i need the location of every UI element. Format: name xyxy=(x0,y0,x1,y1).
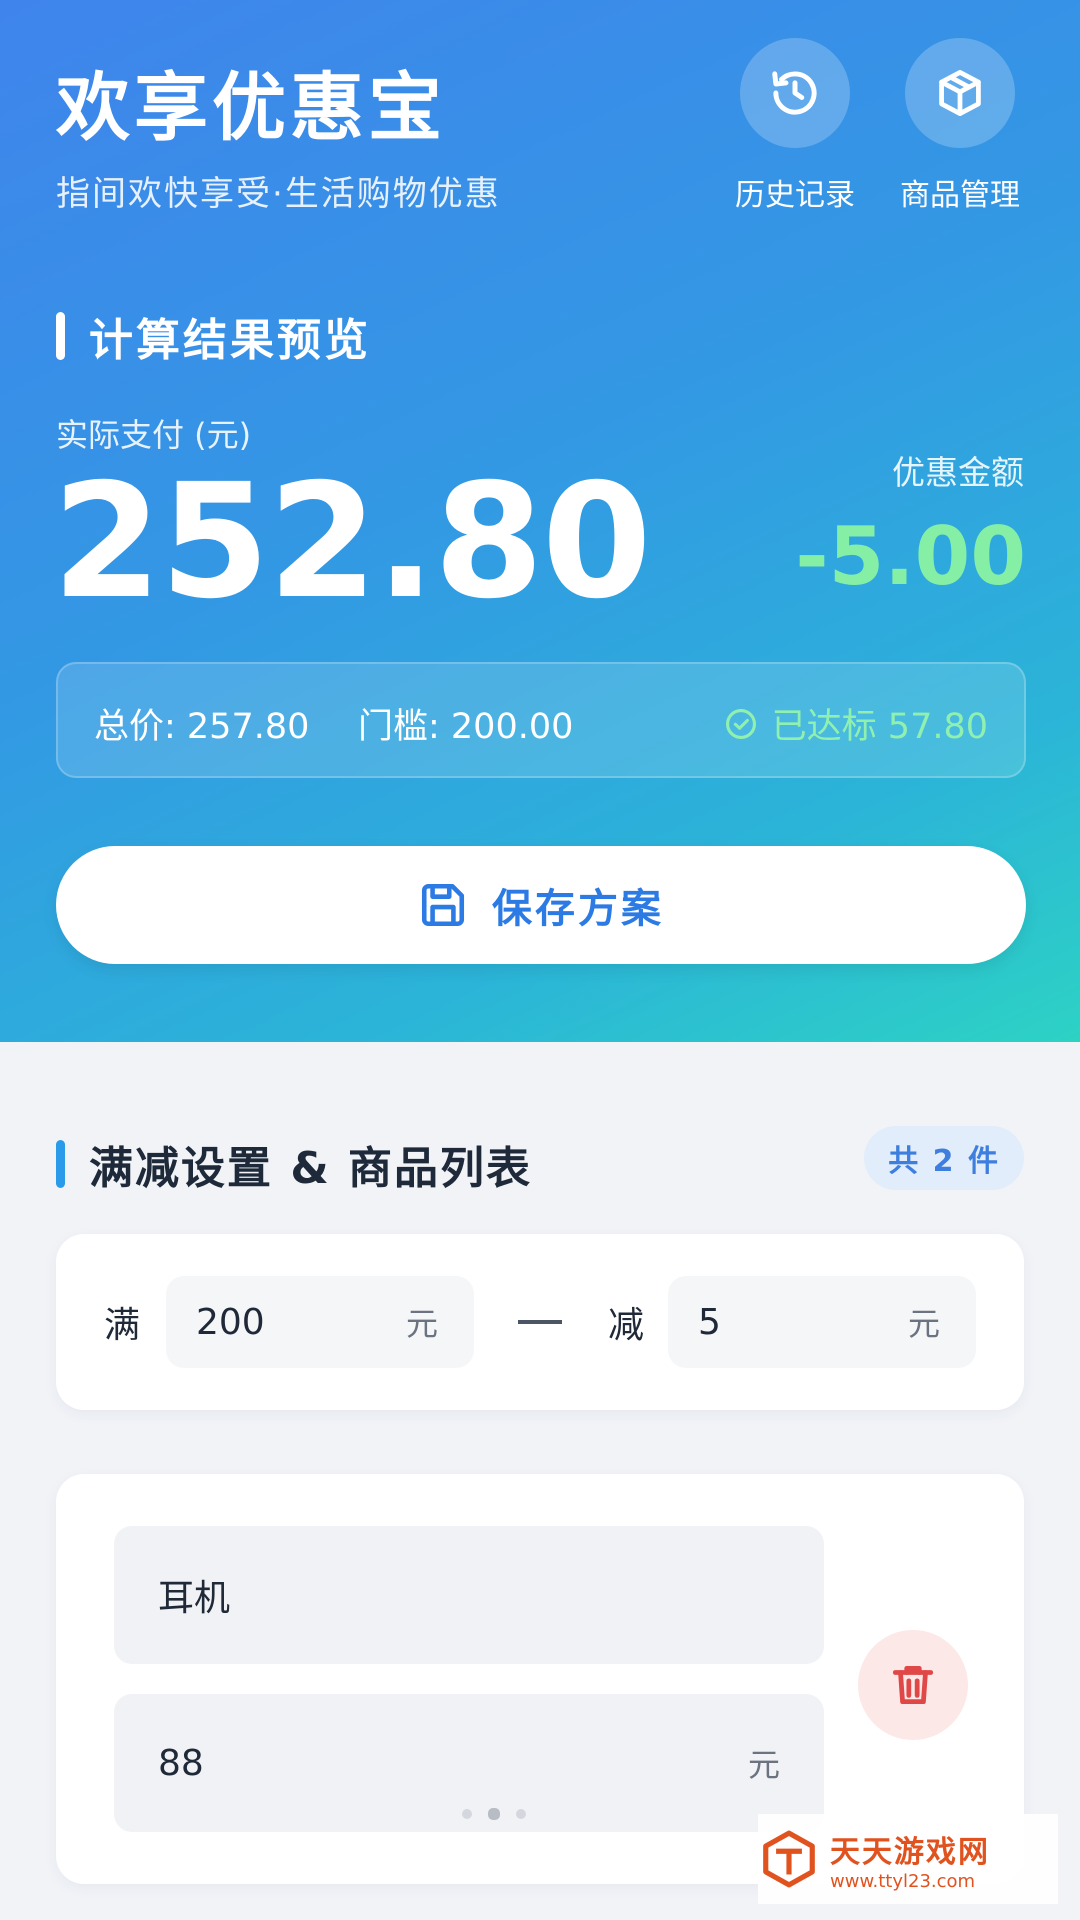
discount-label: 优惠金额 xyxy=(892,453,1024,492)
list-section-title: 满减设置 & 商品列表 xyxy=(89,1143,533,1194)
threshold-unit: 元 xyxy=(405,1305,438,1343)
box-icon xyxy=(905,38,1015,148)
threshold-input-value: 200 xyxy=(196,1301,265,1343)
preview-section-title: 计算结果预览 xyxy=(89,315,371,366)
discount-rule-card: 满 200 元 减 5 元 xyxy=(56,1234,1024,1410)
discount-input[interactable]: 5 元 xyxy=(668,1276,976,1368)
product-price-unit: 元 xyxy=(747,1746,780,1784)
section-accent-bar xyxy=(56,312,65,360)
watermark-name: 天天游戏网 xyxy=(830,1834,990,1870)
page-dot xyxy=(516,1809,526,1819)
history-label: 历史记录 xyxy=(735,178,855,213)
discount-amount: -5.00 xyxy=(795,510,1026,603)
delete-item-button[interactable] xyxy=(858,1630,968,1740)
price-summary-box: 总价: 257.80 门槛: 200.00 已达标 57.80 xyxy=(56,662,1026,778)
app-title: 欢享优惠宝 xyxy=(56,65,446,151)
rule-dash xyxy=(518,1320,562,1324)
page-indicator xyxy=(454,1808,534,1820)
page-dot-active xyxy=(488,1808,500,1820)
watermark-logo-icon xyxy=(763,1830,815,1888)
watermark-url: www.ttyl23.com xyxy=(830,1870,976,1892)
preview-section-header: 计算结果预览 xyxy=(56,304,371,368)
history-button[interactable]: 历史记录 xyxy=(720,38,870,214)
full-word: 满 xyxy=(104,1305,141,1346)
history-icon xyxy=(740,38,850,148)
section-accent-bar xyxy=(56,1140,65,1188)
pay-amount: 252.80 xyxy=(52,450,652,634)
page-dot xyxy=(462,1809,472,1819)
list-section-header: 满减设置 & 商品列表 xyxy=(56,1132,532,1196)
site-watermark: 天天游戏网 www.ttyl23.com xyxy=(758,1814,1058,1904)
save-plan-button[interactable]: 保存方案 xyxy=(56,846,1026,964)
discount-unit: 元 xyxy=(907,1305,940,1343)
app-subtitle: 指间欢快享受·生活购物优惠 xyxy=(56,174,501,214)
item-count-badge: 共 2 件 xyxy=(864,1126,1024,1190)
save-icon xyxy=(421,883,465,927)
minus-word: 减 xyxy=(608,1305,645,1346)
total-price: 总价: 257.80 xyxy=(94,707,310,747)
product-name-value: 耳机 xyxy=(158,1578,231,1619)
trash-icon xyxy=(892,1665,934,1705)
check-circle-icon xyxy=(725,708,756,739)
threshold-value: 门槛: 200.00 xyxy=(358,707,574,747)
product-name-input[interactable]: 耳机 xyxy=(114,1526,824,1664)
product-manage-button[interactable]: 商品管理 xyxy=(885,38,1035,214)
discount-input-value: 5 xyxy=(698,1301,721,1343)
save-plan-label: 保存方案 xyxy=(492,886,664,932)
threshold-input[interactable]: 200 元 xyxy=(166,1276,474,1368)
reached-text: 已达标 57.80 xyxy=(771,707,988,747)
product-price-value: 88 xyxy=(158,1742,204,1784)
reached-status: 已达标 57.80 xyxy=(724,698,988,749)
product-manage-label: 商品管理 xyxy=(900,178,1020,213)
header-banner: 欢享优惠宝 指间欢快享受·生活购物优惠 历史记录 商品管理 计算结果预览 实际支… xyxy=(0,0,1080,1042)
